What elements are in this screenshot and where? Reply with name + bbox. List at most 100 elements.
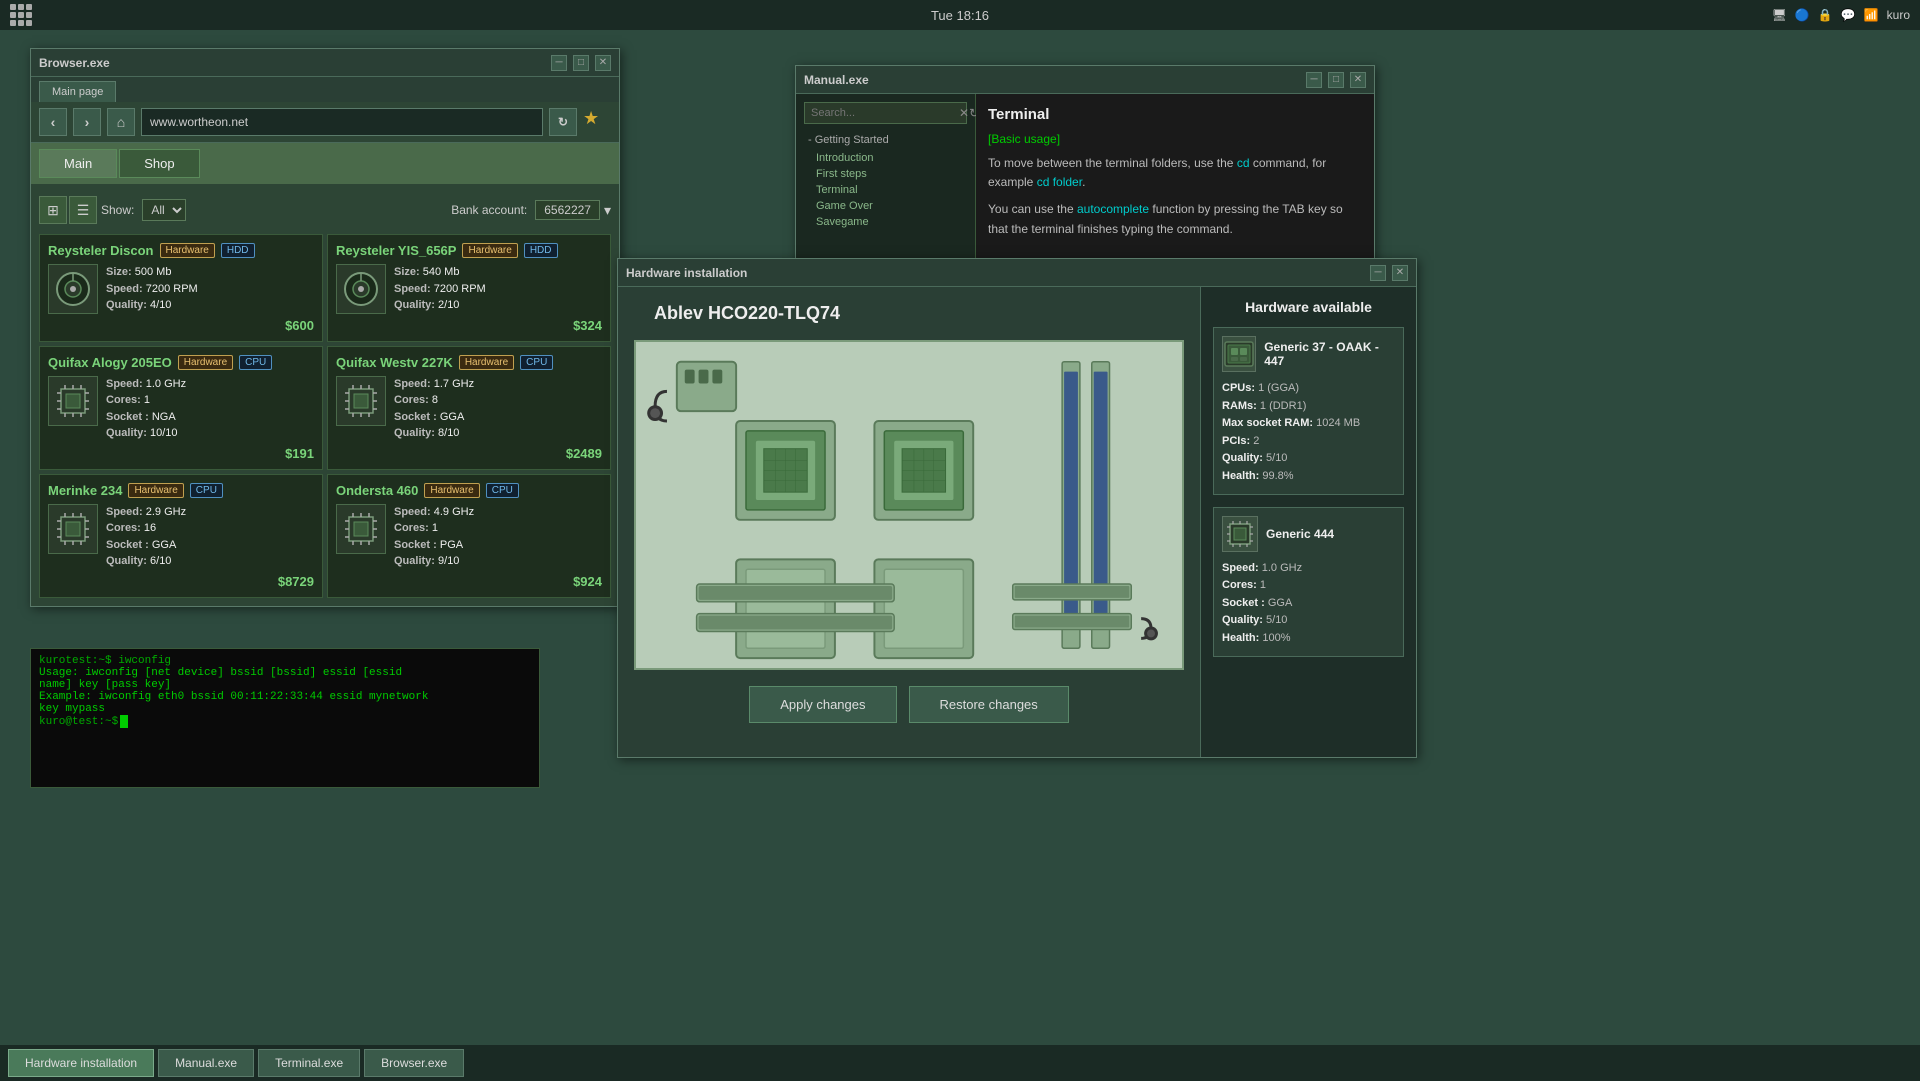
item-tag-type-1: HDD xyxy=(524,243,558,258)
terminal-line-3: Example: iwconfig eth0 bssid 00:11:22:33… xyxy=(39,691,531,703)
manual-nav-savegame[interactable]: Savegame xyxy=(804,214,967,230)
item-stats-3: Speed: 1.7 GHz Cores: 8 Socket : GGA Qua… xyxy=(394,376,602,461)
item-card-5[interactable]: Ondersta 460 Hardware CPU xyxy=(327,474,611,598)
item-tag-type-5: CPU xyxy=(486,483,519,498)
item-icon-1 xyxy=(336,264,386,314)
back-button[interactable]: ‹ xyxy=(39,108,67,136)
bank-value: 6562227 xyxy=(535,200,600,220)
item-tag-hardware-5: Hardware xyxy=(424,483,479,498)
item-price-2: $191 xyxy=(106,446,314,461)
favorite-button[interactable]: ★ xyxy=(583,108,611,136)
item-stats-4: Speed: 2.9 GHz Cores: 16 Socket : GGA Qu… xyxy=(106,504,314,589)
browser-controls: ─ □ ✕ xyxy=(551,55,611,71)
home-button[interactable]: ⌂ xyxy=(107,108,135,136)
main-page-tab[interactable]: Main page xyxy=(39,81,116,102)
grid-view-btn[interactable]: ⊞ xyxy=(39,196,67,224)
manual-nav-first-steps[interactable]: First steps xyxy=(804,166,967,182)
manual-search-input[interactable] xyxy=(805,104,959,122)
item-name-3: Quifax Westv 227K xyxy=(336,355,453,370)
terminal-prompt: kuro@test:~$ xyxy=(39,715,531,728)
item-card-4[interactable]: Merinke 234 Hardware CPU xyxy=(39,474,323,598)
hw-item-stats-1: Speed: 1.0 GHz Cores: 1 Socket : GGA Qua… xyxy=(1222,560,1395,648)
item-tag-hardware-1: Hardware xyxy=(462,243,517,258)
hw-item-0[interactable]: Generic 37 - OAAK - 447 CPUs: 1 (GGA) RA… xyxy=(1213,327,1404,495)
hw-item-1[interactable]: Generic 444 Speed: 1.0 GHz Cores: 1 Sock… xyxy=(1213,507,1404,657)
manual-nav-game-over[interactable]: Game Over xyxy=(804,198,967,214)
url-input[interactable] xyxy=(141,108,543,136)
item-stats-5: Speed: 4.9 GHz Cores: 1 Socket : PGA Qua… xyxy=(394,504,602,589)
item-price-3: $2489 xyxy=(394,446,602,461)
taskbar-browser[interactable]: Browser.exe xyxy=(364,1049,464,1077)
maximize-button[interactable]: □ xyxy=(573,55,589,71)
browser-window: Browser.exe ─ □ ✕ Main page ‹ › ⌂ ↻ ★ Ma… xyxy=(30,48,620,607)
item-price-5: $924 xyxy=(394,574,602,589)
app-grid-button[interactable] xyxy=(10,4,32,26)
item-stats-1: Size: 540 Mb Speed: 7200 RPM Quality: 2/… xyxy=(394,264,602,333)
hw-close[interactable]: ✕ xyxy=(1392,265,1408,281)
list-view-btn[interactable]: ☰ xyxy=(69,196,97,224)
item-price-4: $8729 xyxy=(106,574,314,589)
manual-text-2: You can use the autocomplete function by… xyxy=(988,200,1362,238)
item-card-3[interactable]: Quifax Westv 227K Hardware CPU xyxy=(327,346,611,470)
browser-titlebar: Browser.exe ─ □ ✕ xyxy=(31,49,619,77)
minimize-button[interactable]: ─ xyxy=(551,55,567,71)
terminal-panel[interactable]: kurotest:~$ iwconfig Usage: iwconfig [ne… xyxy=(30,648,540,788)
terminal-line-4: key mypass xyxy=(39,703,531,715)
grid-icon xyxy=(10,4,32,26)
lock-icon: 🔒 xyxy=(1818,8,1833,22)
refresh-button[interactable]: ↻ xyxy=(549,108,577,136)
manual-body-title: Terminal xyxy=(988,106,1362,123)
hw-titlebar: Hardware installation ─ ✕ xyxy=(618,259,1416,287)
forward-button[interactable]: › xyxy=(73,108,101,136)
manual-minimize[interactable]: ─ xyxy=(1306,72,1322,88)
taskbar-manual[interactable]: Manual.exe xyxy=(158,1049,254,1077)
wifi-icon: 📶 xyxy=(1864,8,1879,22)
hw-sidebar-title: Hardware available xyxy=(1213,299,1404,315)
terminal-line-2: name] key [pass key] xyxy=(39,679,531,691)
item-icon-3 xyxy=(336,376,386,426)
restore-changes-button[interactable]: Restore changes xyxy=(909,686,1069,723)
show-select[interactable]: All xyxy=(142,199,186,221)
item-tag-hardware-0: Hardware xyxy=(160,243,215,258)
hw-item-header-0: Generic 37 - OAAK - 447 xyxy=(1222,336,1395,372)
terminal-line-1: Usage: iwconfig [net device] bssid [bssi… xyxy=(39,667,531,679)
hw-sidebar: Hardware available Generic 37 xyxy=(1200,287,1416,757)
item-price-0: $600 xyxy=(106,318,314,333)
hw-minimize[interactable]: ─ xyxy=(1370,265,1386,281)
manual-nav-introduction[interactable]: Introduction xyxy=(804,150,967,166)
manual-close[interactable]: ✕ xyxy=(1350,72,1366,88)
hw-main: Ablev HCO220-TLQ74 xyxy=(618,287,1200,757)
hw-controls: ─ ✕ xyxy=(1370,265,1408,281)
item-card-0[interactable]: Reysteler Discon Hardware HDD S xyxy=(39,234,323,342)
username: kuro xyxy=(1887,8,1910,22)
clock: Tue 18:16 xyxy=(931,8,989,23)
taskbar-hardware-installation[interactable]: Hardware installation xyxy=(8,1049,154,1077)
item-price-1: $324 xyxy=(394,318,602,333)
terminal-line-0: kurotest:~$ iwconfig xyxy=(39,655,531,667)
item-icon-4 xyxy=(48,504,98,554)
browser-nav: Main Shop xyxy=(31,143,619,184)
item-icon-5 xyxy=(336,504,386,554)
hw-content: Ablev HCO220-TLQ74 xyxy=(618,287,1416,757)
system-tray: 🖥 🔵 🔒 💬 📶 kuro xyxy=(1772,8,1910,22)
browser-toolbar2: ⊞ ☰ Show: All Bank account: 6562227 ▾ xyxy=(39,192,611,228)
search-clear-button[interactable]: ✕ xyxy=(959,103,969,123)
manual-title: Manual.exe xyxy=(804,73,869,87)
close-button[interactable]: ✕ xyxy=(595,55,611,71)
hw-buttons: Apply changes Restore changes xyxy=(749,686,1069,723)
item-card-2[interactable]: Quifax Alogy 205EO Hardware CPU xyxy=(39,346,323,470)
item-card-1[interactable]: Reysteler YIS_656P Hardware HDD xyxy=(327,234,611,342)
item-icon-0 xyxy=(48,264,98,314)
hw-item-name-0: Generic 37 - OAAK - 447 xyxy=(1264,340,1395,368)
taskbar-terminal[interactable]: Terminal.exe xyxy=(258,1049,360,1077)
hw-title: Hardware installation xyxy=(626,266,747,280)
manual-maximize[interactable]: □ xyxy=(1328,72,1344,88)
browser-title: Browser.exe xyxy=(39,56,110,70)
apply-changes-button[interactable]: Apply changes xyxy=(749,686,896,723)
nav-shop[interactable]: Shop xyxy=(119,149,199,178)
item-tag-hardware-2: Hardware xyxy=(178,355,233,370)
nav-main[interactable]: Main xyxy=(39,149,117,178)
hw-diagram[interactable] xyxy=(634,340,1184,670)
chat-icon: 💬 xyxy=(1841,8,1856,22)
manual-nav-terminal[interactable]: Terminal xyxy=(804,182,967,198)
